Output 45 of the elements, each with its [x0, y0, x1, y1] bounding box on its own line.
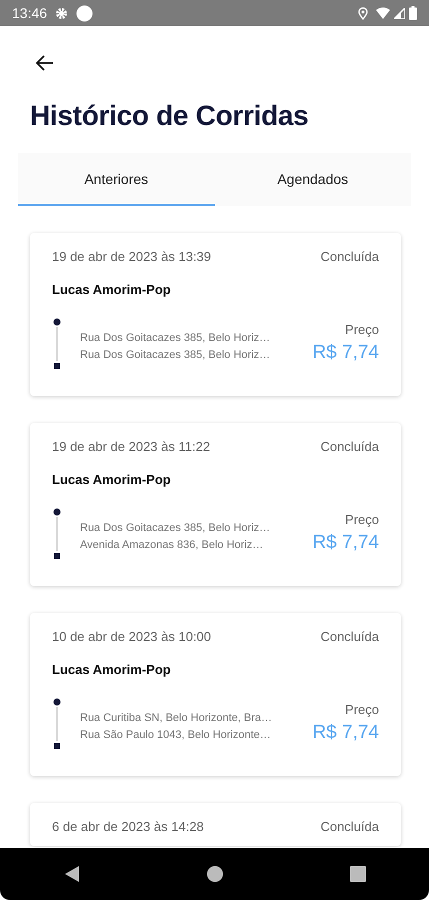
status-time: 13:46 [12, 4, 48, 22]
price: R$ 7,74 [312, 531, 379, 556]
battery-icon [409, 6, 417, 20]
price-label: Preço [344, 320, 379, 339]
back-arrow-icon [35, 52, 55, 73]
price: R$ 7,74 [312, 721, 379, 746]
location-pin-icon [358, 6, 368, 20]
signal-icon [394, 8, 405, 18]
square-icon[interactable] [350, 866, 366, 882]
driver-name: Lucas Amorim-Pop [52, 661, 172, 680]
tab[interactable]: Anteriores [18, 152, 214, 206]
wifi-icon [376, 7, 390, 19]
price-label: Preço [344, 700, 379, 719]
ride-status: Concluída [320, 438, 379, 456]
gear-icon [55, 6, 68, 20]
home-circle-icon[interactable] [206, 866, 222, 882]
destination-address: Rua São Paulo 1043, Belo Horizonte… [80, 728, 272, 743]
ride-date: 6 de abr de 2023 às 14:28 [52, 818, 204, 836]
back-triangle-icon[interactable] [64, 866, 80, 882]
ride-status: Concluída [320, 818, 379, 836]
origin-address: Rua Dos Goitacazes 385, Belo Horiz… [80, 520, 272, 536]
ride-card[interactable]: 6 de abr de 2023 às 14:28 Concluída [30, 802, 401, 846]
ride-card[interactable]: 19 de abr de 2023 às 11:22 Concluída Lucas Amorim-Pop Rua Dos Goitacazes 385, Belo Horiz… Avenida Amazonas 836, Belo Horiz… Preço R$ 7,74 [30, 422, 401, 586]
origin-address: Rua Dos Goitacazes 385, Belo Horiz… [80, 330, 272, 346]
ride-date: 19 de abr de 2023 às 13:39 [52, 248, 212, 266]
route-line-icon [52, 318, 62, 370]
tab[interactable]: Agendados [214, 152, 411, 206]
back-button[interactable] [35, 52, 55, 73]
ride-status: Concluída [320, 628, 379, 646]
price: R$ 7,74 [312, 341, 379, 366]
circle-icon [76, 4, 94, 22]
ride-date: 19 de abr de 2023 às 11:22 [52, 438, 210, 456]
driver-name: Lucas Amorim-Pop [52, 281, 172, 300]
destination-address: Rua Dos Goitacazes 385, Belo Horiz… [80, 348, 272, 363]
destination-address: Avenida Amazonas 836, Belo Horiz… [80, 538, 264, 553]
ride-card[interactable]: 19 de abr de 2023 às 13:39 Concluída Lucas Amorim-Pop Rua Dos Goitacazes 385, Belo Horiz… Rua Dos Goitacazes 385, Belo Horiz… Preço R$ 7,74 [30, 232, 401, 396]
price-label: Preço [344, 510, 379, 529]
route-line-icon [52, 508, 62, 560]
ride-status: Concluída [320, 248, 379, 266]
origin-address: Rua Curitiba SN, Belo Horizonte, Bra… [80, 710, 273, 726]
ride-card[interactable]: 10 de abr de 2023 às 10:00 Concluída Lucas Amorim-Pop Rua Curitiba SN, Belo Horizonte, Bra… Rua São Paulo 1043, Belo Horizonte… Preço R$ 7,74 [30, 612, 401, 776]
page-title: Histórico de Corridas [29, 99, 310, 133]
ride-date: 10 de abr de 2023 às 10:00 [52, 628, 212, 646]
route-line-icon [52, 698, 62, 750]
driver-name: Lucas Amorim-Pop [52, 471, 172, 490]
